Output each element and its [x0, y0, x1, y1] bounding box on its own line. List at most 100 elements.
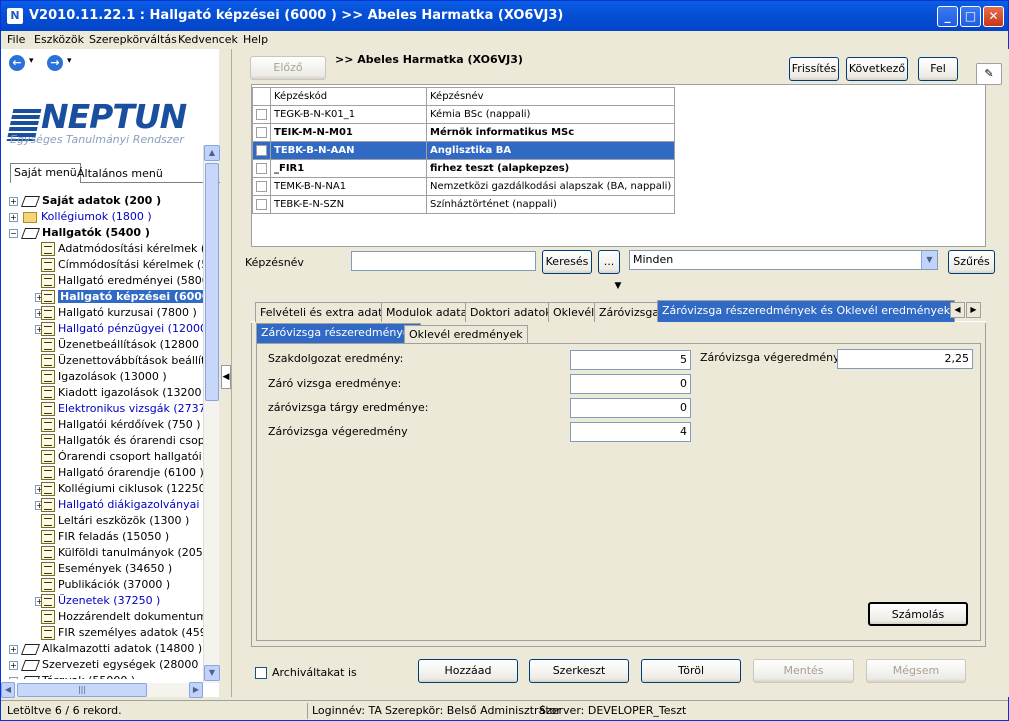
table-row[interactable]: TEBK-E-N-SZN Színháztörténet (nappali)	[252, 195, 676, 214]
table-row[interactable]: TEIK-M-N-M01 Mérnök informatikus MSc	[252, 123, 676, 142]
tab-final-exam-results[interactable]: Záróvizsga részeredmények és Oklevél ere…	[657, 300, 956, 322]
expand-icon[interactable]: +	[9, 645, 18, 654]
tree-item[interactable]: Üzenettovábbítások beállítása	[41, 353, 203, 369]
collapse-panel-icon[interactable]: ◀	[221, 365, 231, 389]
tree-item[interactable]: Hallgató órarendje (6100 )	[41, 465, 203, 481]
calculate-button[interactable]: Számolás	[868, 602, 968, 626]
final-grade-input[interactable]: 4	[570, 422, 691, 442]
expand-icon[interactable]: +	[9, 197, 18, 206]
expand-icon[interactable]: +	[9, 661, 18, 670]
row-checkbox[interactable]	[256, 198, 267, 210]
menu-file[interactable]: File	[7, 33, 25, 46]
subtab-diploma-results[interactable]: Oklevél eredmények	[404, 325, 528, 343]
tree-item[interactable]: Órarendi csoport hallgatói (43	[41, 449, 203, 465]
scroll-up-icon[interactable]: ▲	[204, 145, 220, 161]
tree-item[interactable]: + Alkalmazotti adatok (14800 )	[9, 641, 202, 657]
maximize-button[interactable]: □	[960, 6, 981, 27]
tab-own-menu[interactable]: Saját menü	[10, 163, 81, 183]
minimize-button[interactable]: _	[937, 6, 958, 27]
tree-item[interactable]: − Hallgatók (5400 )	[9, 225, 150, 241]
tree-item[interactable]: Kiadott igazolások (13200 )	[41, 385, 203, 401]
tree-item[interactable]: + Tárgyak (55000 )	[9, 673, 135, 679]
tree-item[interactable]: Üzenetbeállítások (12800 )	[41, 337, 203, 353]
table-row[interactable]: TEMK-B-N-NA1 Nemzetközi gazdálkodási alap…	[252, 177, 676, 196]
tree-vertical-scrollbar[interactable]: ▲ ▼	[203, 145, 220, 683]
save-button[interactable]: Mentés	[753, 659, 854, 683]
refresh-button[interactable]: Frissítés	[789, 57, 839, 81]
tree-item[interactable]: Publikációk (37000 )	[41, 577, 170, 593]
table-row[interactable]: TEGK-B-N-K01_1 Kémia BSc (nappali)	[252, 105, 676, 124]
chevron-down-icon[interactable]: ▼	[921, 251, 937, 269]
row-checkbox[interactable]	[256, 108, 267, 120]
expand-icon[interactable]: +	[9, 213, 18, 222]
tree-item[interactable]: +Hallgató diákigazolványai (11	[35, 497, 203, 513]
menu-role-switch[interactable]: Szerepkörváltás	[89, 33, 177, 46]
subtab-partial-results[interactable]: Záróvizsga részeredmények	[256, 323, 422, 343]
tab-doctoral[interactable]: Doktori adatok	[465, 302, 557, 322]
tree-item[interactable]: Címmódosítási kérelmek (5700 )	[41, 257, 203, 273]
filter-select[interactable]: Minden ▼	[629, 250, 938, 270]
table-row[interactable]: TEBK-B-N-AAN Anglisztika BA	[252, 141, 676, 160]
collapse-grid-icon[interactable]: ▼	[603, 282, 633, 291]
tree-item[interactable]: Események (34650 )	[41, 561, 172, 577]
tree-horizontal-scrollbar[interactable]: ◀ ||| ▶	[1, 682, 203, 698]
menu-favorites[interactable]: Kedvencek	[178, 33, 238, 46]
column-header-name[interactable]: Képzésnév	[425, 87, 676, 106]
scroll-down-icon[interactable]: ▼	[204, 665, 220, 681]
expand-icon[interactable]: +	[9, 677, 18, 679]
row-checkbox[interactable]	[256, 162, 267, 174]
cancel-button[interactable]: Mégsem	[866, 659, 966, 683]
subject-result-input[interactable]: 0	[570, 398, 691, 418]
menu-tools[interactable]: Eszközök	[34, 33, 84, 46]
tree-item[interactable]: Adatmódosítási kérelmek (5600 )	[41, 241, 203, 257]
pin-icon[interactable]: ✎	[976, 63, 1002, 85]
delete-button[interactable]: Töröl	[641, 659, 741, 683]
tree-item[interactable]: + Hallgató képzései (6000 )	[35, 289, 203, 305]
table-row[interactable]: _FIR1 firhez teszt (alapkepzes)	[252, 159, 676, 178]
scroll-thumb[interactable]	[205, 163, 219, 401]
tree-item[interactable]: Külföldi tanulmányok (20500 )	[41, 545, 203, 561]
tab-diploma[interactable]: Oklevél	[548, 302, 600, 322]
next-button[interactable]: Következő	[846, 57, 908, 81]
tab-modules[interactable]: Modulok adatai	[381, 302, 476, 322]
forward-icon[interactable]: →	[47, 55, 63, 71]
tree-item[interactable]: + Üzenetek (37250 )	[35, 593, 160, 609]
final-result-input[interactable]: 2,25	[837, 349, 973, 369]
collapse-icon[interactable]: −	[9, 229, 18, 238]
menu-help[interactable]: Help	[243, 33, 268, 46]
tree-item[interactable]: + Kollégiumi ciklusok (12250 )	[35, 481, 203, 497]
back-icon[interactable]: ←	[9, 55, 25, 71]
tree-item[interactable]: + Kollégiumok (1800 )	[9, 209, 152, 225]
tree-item[interactable]: + Hallgató pénzügyei (12000 )	[35, 321, 203, 337]
scroll-left-icon[interactable]: ◀	[1, 682, 15, 698]
exam-result-input[interactable]: 0	[570, 374, 691, 394]
tree-item[interactable]: Elektronikus vizsgák (27370 )	[41, 401, 203, 417]
tree-item[interactable]: + Hallgató kurzusai (7800 )	[35, 305, 197, 321]
tree-item[interactable]: Hallgató eredményei (5800 )	[41, 273, 203, 289]
thesis-result-input[interactable]: 5	[570, 350, 691, 370]
tree-item[interactable]: Hozzárendelt dokumentumok	[41, 609, 203, 625]
tab-final-exam[interactable]: Záróvizsga	[594, 302, 665, 322]
tree-item[interactable]: Hallgatók és órarendi csoportok	[41, 433, 203, 449]
previous-button[interactable]: Előző	[250, 56, 326, 80]
tree-item[interactable]: Leltári eszközök (1300 )	[41, 513, 189, 529]
tab-general-menu[interactable]: Általános menü	[74, 165, 166, 183]
add-button[interactable]: Hozzáad	[418, 659, 518, 683]
column-header-code[interactable]: Képzéskód	[270, 87, 427, 106]
tab-scroll-left-icon[interactable]: ◀	[950, 302, 965, 318]
back-dropdown-icon[interactable]: ▾	[29, 56, 34, 66]
tab-admission-data[interactable]: Felvételi és extra adatok	[255, 302, 401, 322]
scroll-right-icon[interactable]: ▶	[189, 682, 203, 698]
tree-item[interactable]: + Saját adatok (200 )	[9, 193, 161, 209]
close-button[interactable]: ✕	[983, 6, 1004, 27]
program-name-input[interactable]	[351, 251, 536, 271]
search-button[interactable]: Keresés	[542, 250, 592, 274]
row-checkbox[interactable]	[256, 180, 267, 192]
filter-button[interactable]: Szűrés	[948, 250, 995, 274]
horizontal-scroll-thumb[interactable]: |||	[17, 683, 147, 697]
tree-item[interactable]: FIR feladás (15050 )	[41, 529, 169, 545]
up-button[interactable]: Fel	[918, 57, 958, 81]
tree-item[interactable]: Igazolások (13000 )	[41, 369, 167, 385]
browse-button[interactable]: ...	[598, 250, 620, 274]
tab-scroll-right-icon[interactable]: ▶	[966, 302, 981, 318]
